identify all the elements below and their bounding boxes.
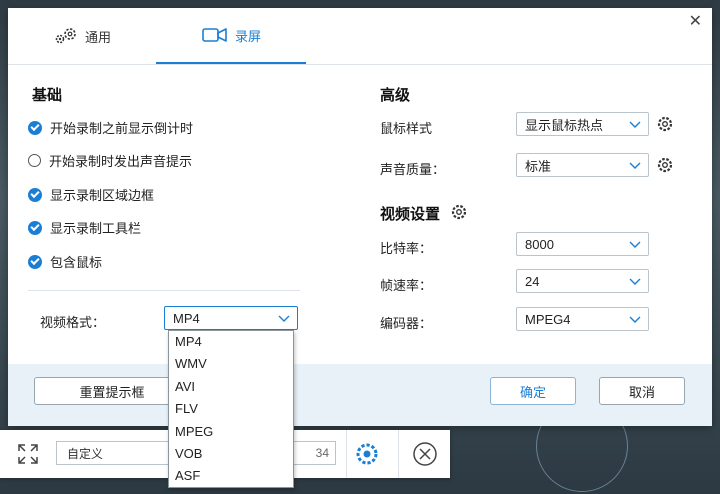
- audio-quality-value: 标准: [525, 158, 552, 174]
- option-label: 包含鼠标: [50, 255, 103, 270]
- divider: [28, 290, 300, 291]
- dialog-footer: 重置提示框 确定 取消: [8, 364, 712, 426]
- tab-general[interactable]: 通用: [8, 8, 156, 64]
- camera-icon: [202, 28, 227, 42]
- format-option-avi[interactable]: AVI: [169, 376, 293, 398]
- format-option-asf[interactable]: ASF: [169, 465, 293, 487]
- framerate-label: 帧速率：: [380, 278, 433, 293]
- option-label: 显示录制工具栏: [50, 221, 142, 236]
- mouse-style-value: 显示鼠标热点: [525, 117, 604, 133]
- tab-screen-record-label: 录屏: [234, 28, 261, 44]
- option-label: 开始录制时发出声音提示: [49, 154, 193, 169]
- framerate-value: 24: [525, 273, 540, 289]
- checkbox-unchecked[interactable]: [28, 154, 41, 167]
- reset-prompts-button[interactable]: 重置提示框: [34, 377, 190, 405]
- close-circle-icon[interactable]: [412, 441, 438, 467]
- chevron-down-icon: [629, 241, 641, 248]
- bitrate-value: 8000: [525, 236, 554, 252]
- checkbox-checked[interactable]: [28, 120, 42, 135]
- format-option-mpeg[interactable]: MPEG: [169, 421, 293, 443]
- bitrate-label: 比特率：: [380, 241, 433, 256]
- tab-bar: 通用 录屏: [8, 8, 712, 65]
- checkbox-checked[interactable]: [28, 187, 42, 202]
- checkbox-checked[interactable]: [28, 220, 42, 235]
- cancel-button[interactable]: 取消: [599, 377, 685, 405]
- ok-button[interactable]: 确定: [490, 377, 576, 405]
- format-option-vob[interactable]: VOB: [169, 443, 293, 465]
- video-settings-title: 视频设置: [380, 206, 441, 223]
- format-option-flv[interactable]: FLV: [169, 398, 293, 420]
- expand-icon[interactable]: [16, 442, 40, 466]
- audio-quality-select[interactable]: 标准: [516, 153, 649, 177]
- option-include-mouse[interactable]: 包含鼠标: [28, 252, 102, 271]
- checkbox-checked[interactable]: [28, 254, 42, 269]
- tab-screen-record[interactable]: 录屏: [156, 8, 306, 64]
- option-label: 显示录制区域边框: [50, 188, 155, 203]
- mouse-style-select[interactable]: 显示鼠标热点: [516, 112, 649, 136]
- option-show-toolbar[interactable]: 显示录制工具栏: [28, 218, 141, 237]
- audio-settings-gear-icon[interactable]: [656, 156, 674, 174]
- option-label: 开始录制之前显示倒计时: [50, 121, 194, 136]
- chevron-down-icon: [629, 278, 641, 285]
- mouse-settings-gear-icon[interactable]: [656, 115, 674, 133]
- basic-section-title: 基础: [32, 87, 63, 104]
- encoder-label: 编码器：: [380, 316, 433, 331]
- bitrate-select[interactable]: 8000: [516, 232, 649, 256]
- audio-quality-label: 声音质量：: [380, 162, 446, 177]
- video-format-value: MP4: [173, 310, 200, 326]
- option-sound-prompt[interactable]: 开始录制时发出声音提示: [28, 151, 192, 170]
- settings-dialog: ✕ 通用 录屏 基础 开始录制之前显示倒计时 开始录制时发出声音提示 显示录制区…: [8, 8, 712, 426]
- tab-general-label: 通用: [84, 29, 111, 45]
- encoder-select[interactable]: MPEG4: [516, 307, 649, 331]
- video-settings-gear-icon[interactable]: [450, 203, 468, 221]
- framerate-select[interactable]: 24: [516, 269, 649, 293]
- format-option-mp4[interactable]: MP4: [169, 331, 293, 353]
- divider: [346, 430, 347, 478]
- encoder-value: MPEG4: [525, 311, 571, 327]
- chevron-down-icon: [278, 315, 290, 322]
- option-show-border[interactable]: 显示录制区域边框: [28, 185, 154, 204]
- size-value: 34: [315, 446, 329, 460]
- advanced-section-title: 高级: [380, 87, 411, 104]
- video-format-dropdown: MP4 WMV AVI FLV MPEG VOB ASF: [168, 330, 294, 488]
- video-format-select[interactable]: MP4: [164, 306, 298, 330]
- format-option-wmv[interactable]: WMV: [169, 353, 293, 375]
- chevron-down-icon: [629, 162, 641, 169]
- gears-icon: [55, 28, 76, 44]
- chevron-down-icon: [629, 121, 641, 128]
- video-format-label: 视频格式：: [40, 315, 106, 330]
- divider: [398, 430, 399, 478]
- mouse-style-label: 鼠标样式: [380, 121, 433, 136]
- option-countdown[interactable]: 开始录制之前显示倒计时: [28, 118, 193, 137]
- settings-gear-icon[interactable]: [354, 441, 380, 467]
- preset-value: 自定义: [67, 446, 104, 461]
- chevron-down-icon: [629, 316, 641, 323]
